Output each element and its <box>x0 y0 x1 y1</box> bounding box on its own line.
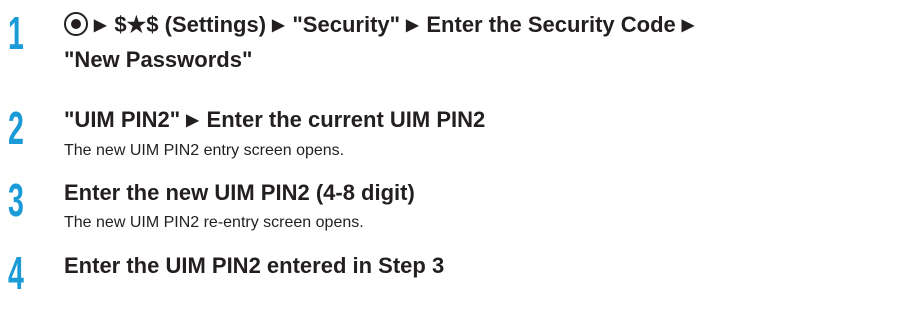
step-note: The new UIM PIN2 re-entry screen opens. <box>64 214 364 231</box>
step-number: 3 <box>8 174 24 226</box>
enter-security-code-label: Enter the Security Code <box>426 12 676 37</box>
step-instruction: Enter the new UIM PIN2 (4-8 digit) <box>64 180 415 205</box>
settings-menu-label: $★$ (Settings) <box>114 12 267 37</box>
step-note: The new UIM PIN2 entry screen opens. <box>64 142 345 159</box>
step-instruction: "UIM PIN2" ▶ Enter the current UIM PIN2 <box>64 107 485 134</box>
security-menu-label: "Security" <box>292 12 401 37</box>
step-number: 1 <box>8 7 24 59</box>
arrow-icon: ▶ <box>406 17 419 34</box>
arrow-icon: ▶ <box>681 17 695 34</box>
step-instruction: Enter the UIM PIN2 entered in Step 3 <box>64 253 445 278</box>
arrow-icon: ▶ <box>94 17 107 34</box>
step-instruction: ▶ $★$ (Settings) ▶ "Security" ▶ Enter the Sec… <box>64 12 702 39</box>
arrow-icon: ▶ <box>272 17 285 34</box>
step-number: 2 <box>8 102 24 154</box>
arrow-icon: ▶ <box>186 112 199 129</box>
uim-pin2-menu-label: "UIM PIN2" <box>64 107 181 132</box>
center-key-icon <box>64 12 88 36</box>
step-instruction-continued: "New Passwords" <box>64 47 253 72</box>
step-number: 4 <box>8 247 24 299</box>
enter-current-pin2-label: Enter the current UIM PIN2 <box>206 107 486 132</box>
